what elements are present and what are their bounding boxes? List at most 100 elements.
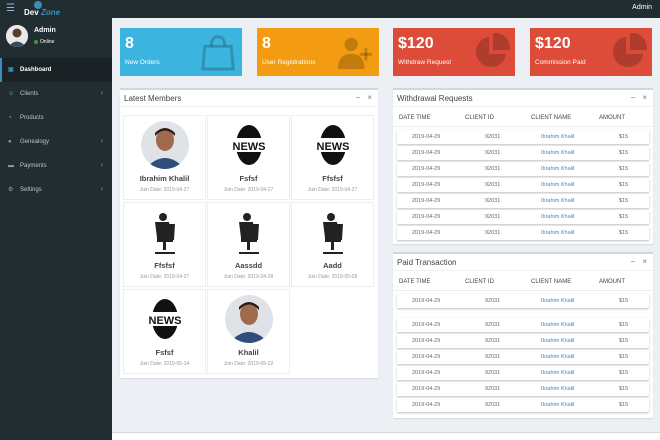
member-join-date: Join Date: 2019-05-09 — [307, 274, 358, 280]
column-header[interactable]: DATE TIME — [399, 279, 430, 285]
member-join-date: Join Date: 2019-05-22 — [223, 361, 274, 367]
member-card[interactable]: NEWS Fsfsf Join Date: 2019-04-27 — [207, 115, 290, 200]
svg-text:Dev: Dev — [24, 8, 39, 17]
client-name-link[interactable]: Ibrahim Khalil — [541, 322, 574, 328]
table-cell: 2019-04-29 — [412, 386, 441, 392]
table-cell: 92031 — [485, 214, 501, 220]
client-name-link[interactable]: Ibrahim Khalil — [541, 402, 574, 408]
member-join-date: Join Date: 2019-05-14 — [139, 361, 190, 367]
collapse-icon[interactable]: − — [631, 93, 636, 102]
client-name-link[interactable]: Ibrahim Khalil — [541, 166, 574, 172]
table-row: 2019-04-29 92031 Ibrahim Khalil $15 — [397, 226, 649, 240]
client-name-link[interactable]: Ibrahim Khalil — [541, 214, 574, 220]
top-navbar: ☰ Dev Zone Admin — [0, 0, 660, 18]
member-card[interactable]: Ibrahim Khalil Join Date: 2019-04-27 — [123, 115, 206, 200]
collapse-icon[interactable]: − — [356, 93, 361, 102]
table-cell: $15 — [619, 166, 629, 172]
table-cell: $15 — [619, 198, 629, 204]
table-cell: 92031 — [485, 370, 501, 376]
table-cell: 92031 — [485, 198, 501, 204]
column-header[interactable]: CLIENT NAME — [531, 115, 571, 121]
table-row: 2019-04-29 92031 Ibrahim Khalil $15 — [397, 178, 649, 192]
client-name-link[interactable]: Ibrahim Khalil — [541, 338, 574, 344]
member-avatar: NEWS — [141, 295, 189, 343]
close-icon[interactable]: × — [367, 93, 372, 102]
member-card[interactable]: Aadd Join Date: 2019-05-09 — [291, 202, 374, 287]
table-cell: 92031 — [485, 402, 501, 408]
table-cell: 2019-04-29 — [412, 354, 441, 360]
chevron-left-icon: ‹ — [100, 90, 103, 97]
member-name: Ffsfsf — [154, 261, 175, 270]
info-box-new-orders[interactable]: 8 New Orders — [120, 28, 242, 76]
info-box-value: $120 — [398, 35, 434, 52]
sidebar-item-dashboard[interactable]: ▣ Dashboard — [0, 58, 112, 82]
member-name: Khalil — [238, 348, 259, 357]
table-row: 2019-04-29 92031 Ibrahim Khalil $15 — [397, 146, 649, 160]
info-box-withdraw-request[interactable]: $120 Withdraw Request — [393, 28, 515, 76]
svg-text:NEWS: NEWS — [233, 141, 266, 153]
info-box-value: 8 — [262, 35, 271, 52]
member-avatar — [141, 208, 189, 256]
info-box-label: New Orders — [125, 59, 160, 66]
table-cell: $15 — [619, 182, 629, 188]
member-card[interactable]: Ffsfsf Join Date: 2019-04-27 — [123, 202, 206, 287]
table-row: 2019-04-29 92031 Ibrahim Khalil $15 — [397, 318, 649, 332]
client-name-link[interactable]: Ibrahim Khalil — [541, 198, 574, 204]
sidebar-item-genealogy[interactable]: ● Genealogy ‹ — [0, 130, 112, 154]
sidebar-item-settings[interactable]: ⚙ Settings ‹ — [0, 178, 112, 202]
column-header[interactable]: AMOUNT — [599, 115, 625, 121]
sidebar-item-clients[interactable]: ☺ Clients ‹ — [0, 82, 112, 106]
member-join-date: Join Date: 2019-04-28 — [223, 274, 274, 280]
client-name-link[interactable]: Ibrahim Khalil — [541, 298, 574, 304]
table-row: 2019-04-29 92031 Ibrahim Khalil $15 — [397, 398, 649, 412]
hamburger-menu-icon[interactable]: ☰ — [6, 3, 15, 14]
table-cell: 92031 — [485, 298, 501, 304]
money-icon: ▬ — [8, 163, 14, 169]
collapse-icon[interactable]: − — [631, 257, 636, 266]
table-cell: $15 — [619, 370, 629, 376]
chevron-left-icon: ‹ — [100, 138, 103, 145]
sidebar-item-products[interactable]: ◔ Products — [0, 106, 112, 130]
client-name-link[interactable]: Ibrahim Khalil — [541, 182, 574, 188]
user-panel: Admin Online — [0, 18, 112, 58]
info-box-user-registrations[interactable]: 8 User Registrations — [257, 28, 379, 76]
table-row: 2019-04-29 92031 Ibrahim Khalil $15 — [397, 382, 649, 396]
info-box-value: $120 — [535, 35, 571, 52]
user-plus-icon — [336, 33, 374, 71]
sidebar-item-label: Clients — [20, 91, 39, 97]
footer — [112, 432, 660, 440]
table-cell: 92031 — [485, 386, 501, 392]
column-header[interactable]: CLIENT ID — [465, 279, 494, 285]
client-name-link[interactable]: Ibrahim Khalil — [541, 354, 574, 360]
table-cell: 92031 — [485, 230, 501, 236]
pie-chart-icon — [609, 32, 648, 71]
svg-text:NEWS: NEWS — [149, 315, 182, 327]
table-cell: $15 — [619, 134, 629, 140]
client-name-link[interactable]: Ibrahim Khalil — [541, 134, 574, 140]
member-card[interactable]: Aassdd Join Date: 2019-04-28 — [207, 202, 290, 287]
table-cell: 2019-04-29 — [412, 402, 441, 408]
user-status: Online — [34, 39, 54, 45]
column-header[interactable]: CLIENT ID — [465, 115, 494, 121]
member-card[interactable]: NEWS Fsfsf Join Date: 2019-05-14 — [123, 289, 206, 374]
table-cell: 2019-04-29 — [412, 322, 441, 328]
member-name: Ffsfsf — [322, 174, 343, 183]
table-cell: 2019-04-29 — [412, 370, 441, 376]
client-name-link[interactable]: Ibrahim Khalil — [541, 150, 574, 156]
devzone-logo[interactable]: Dev Zone — [24, 0, 76, 18]
info-box-commission-paid[interactable]: $120 Commission Paid — [530, 28, 652, 76]
close-icon[interactable]: × — [642, 257, 647, 266]
column-header[interactable]: AMOUNT — [599, 279, 625, 285]
client-name-link[interactable]: Ibrahim Khalil — [541, 370, 574, 376]
table-cell: $15 — [619, 338, 629, 344]
column-header[interactable]: DATE TIME — [399, 115, 430, 121]
client-name-link[interactable]: Ibrahim Khalil — [541, 386, 574, 392]
member-avatar — [141, 121, 189, 169]
close-icon[interactable]: × — [642, 93, 647, 102]
sidebar-item-payments[interactable]: ▬ Payments ‹ — [0, 154, 112, 178]
user-menu[interactable]: Admin — [632, 4, 652, 11]
column-header[interactable]: CLIENT NAME — [531, 279, 571, 285]
client-name-link[interactable]: Ibrahim Khalil — [541, 230, 574, 236]
member-card[interactable]: NEWS Ffsfsf Join Date: 2019-04-27 — [291, 115, 374, 200]
member-card[interactable]: Khalil Join Date: 2019-05-22 — [207, 289, 290, 374]
